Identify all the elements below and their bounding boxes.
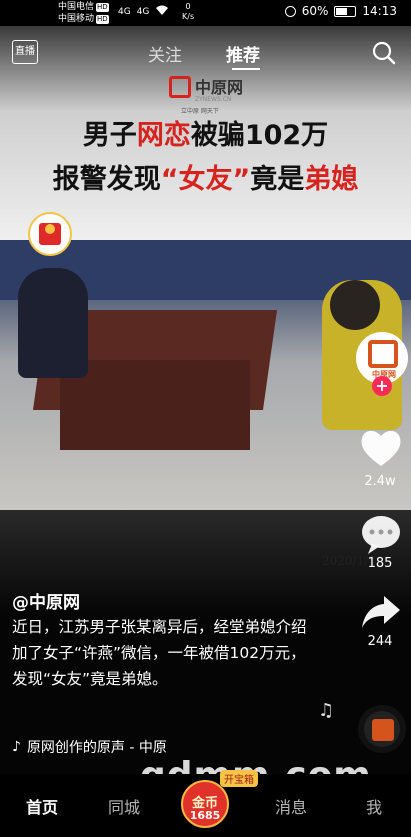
- music-icon: ♪: [12, 739, 21, 755]
- tab-active-indicator: [232, 68, 260, 70]
- logo-name: 中原网: [195, 78, 244, 97]
- live-button[interactable]: 直播: [12, 40, 38, 64]
- like-count: 2.4w: [364, 474, 396, 489]
- nav-messages[interactable]: 消息: [275, 794, 307, 818]
- scene-officer: [18, 268, 88, 378]
- clock: 14:13: [362, 4, 397, 18]
- nav-me[interactable]: 我: [366, 794, 382, 818]
- logo-mark-icon: [169, 76, 191, 98]
- headline-line-1: 男子网恋被骗102万: [0, 114, 411, 158]
- follow-button[interactable]: +: [372, 376, 392, 396]
- video-headline: 男子网恋被骗102万 报警发现“女友”竟是弟媳: [0, 114, 411, 202]
- comment-icon: [362, 516, 400, 554]
- headline-text: 报警发现: [52, 164, 161, 195]
- alarm-icon: [284, 5, 296, 17]
- nav-home[interactable]: 首页: [26, 794, 58, 818]
- hd-badge: HD: [96, 3, 109, 12]
- live-label: 直播: [15, 46, 35, 57]
- speed-unit: K/s: [182, 12, 195, 21]
- top-nav: 直播 关注 推荐: [0, 38, 411, 70]
- headline-text: 竟是: [250, 164, 305, 195]
- coin-icon: [45, 224, 55, 234]
- heart-icon: [361, 430, 401, 466]
- headline-highlight: 网恋: [136, 120, 191, 151]
- battery-level: [336, 7, 348, 15]
- author-handle[interactable]: @中原网: [12, 588, 80, 613]
- headline-text: 102万: [244, 120, 329, 151]
- video-description: 近日，江苏男子张某离异后，经堂弟媳介绍加了女子“许燕”微信，一年被借102万元，…: [12, 618, 307, 688]
- search-icon[interactable]: [371, 40, 397, 66]
- carrier-info: 中国电信 HD 中国移动 HD: [58, 1, 109, 25]
- scene-woman-hair: [330, 280, 380, 330]
- battery-percent: 60%: [301, 4, 329, 18]
- treasure-box-tag[interactable]: 开宝箱: [220, 770, 258, 787]
- headline-highlight: “女友”: [160, 164, 251, 195]
- coin-value: 1685: [189, 809, 221, 822]
- network-speed: 0 K/s: [182, 2, 194, 22]
- nav-nearby[interactable]: 同城: [108, 794, 140, 818]
- share-button[interactable]: [358, 592, 404, 632]
- hd-badge: HD: [96, 15, 109, 24]
- scene-desk-front: [60, 360, 250, 450]
- signal-indicators: 4G 4G: [118, 5, 169, 19]
- tab-recommend[interactable]: 推荐: [226, 41, 260, 66]
- music-disc-logo-icon: [372, 719, 394, 741]
- music-disc-button[interactable]: [358, 705, 406, 753]
- carrier-2: 中国移动: [58, 14, 95, 24]
- headline-line-2: 报警发现“女友”竟是弟媳: [0, 158, 411, 202]
- carrier-1: 中国电信: [58, 2, 95, 12]
- music-info[interactable]: ♪ 原网创作的原声 - 中原: [12, 737, 167, 757]
- headline-text: 被骗: [190, 120, 245, 151]
- video-scene: [0, 240, 411, 510]
- comment-count: 185: [367, 556, 393, 571]
- red-envelope-timer[interactable]: [28, 212, 72, 256]
- status-right: 60% 14:13: [284, 4, 397, 18]
- bottom-nav: 首页 同城 金币 1685 开宝箱 消息 我: [0, 770, 411, 837]
- music-note-icon: ♫: [318, 700, 335, 721]
- zhongyuan-logo: 中原网 ZYNEWS.CN 立中原 网天下: [165, 72, 257, 116]
- share-count: 244: [367, 634, 393, 649]
- comment-button[interactable]: [358, 512, 404, 556]
- status-bar: 中国电信 HD 中国移动 HD 4G 4G 0 K/s 60% 14:13: [0, 0, 411, 26]
- author-logo-icon: [368, 340, 398, 368]
- network-1: 4G: [118, 7, 131, 17]
- speed-value: 0: [185, 2, 191, 11]
- network-2: 4G: [136, 7, 150, 17]
- music-title: 原网创作的原声 - 中原: [26, 740, 167, 756]
- battery-icon: [334, 5, 357, 17]
- wifi-icon: [155, 5, 169, 19]
- headline-highlight: 弟媳: [304, 164, 359, 195]
- like-button[interactable]: [358, 426, 404, 470]
- share-arrow-icon: [362, 596, 400, 628]
- headline-text: 男子: [82, 120, 137, 151]
- tab-follow[interactable]: 关注: [148, 41, 182, 66]
- logo-sub: ZYNEWS.CN: [195, 96, 232, 103]
